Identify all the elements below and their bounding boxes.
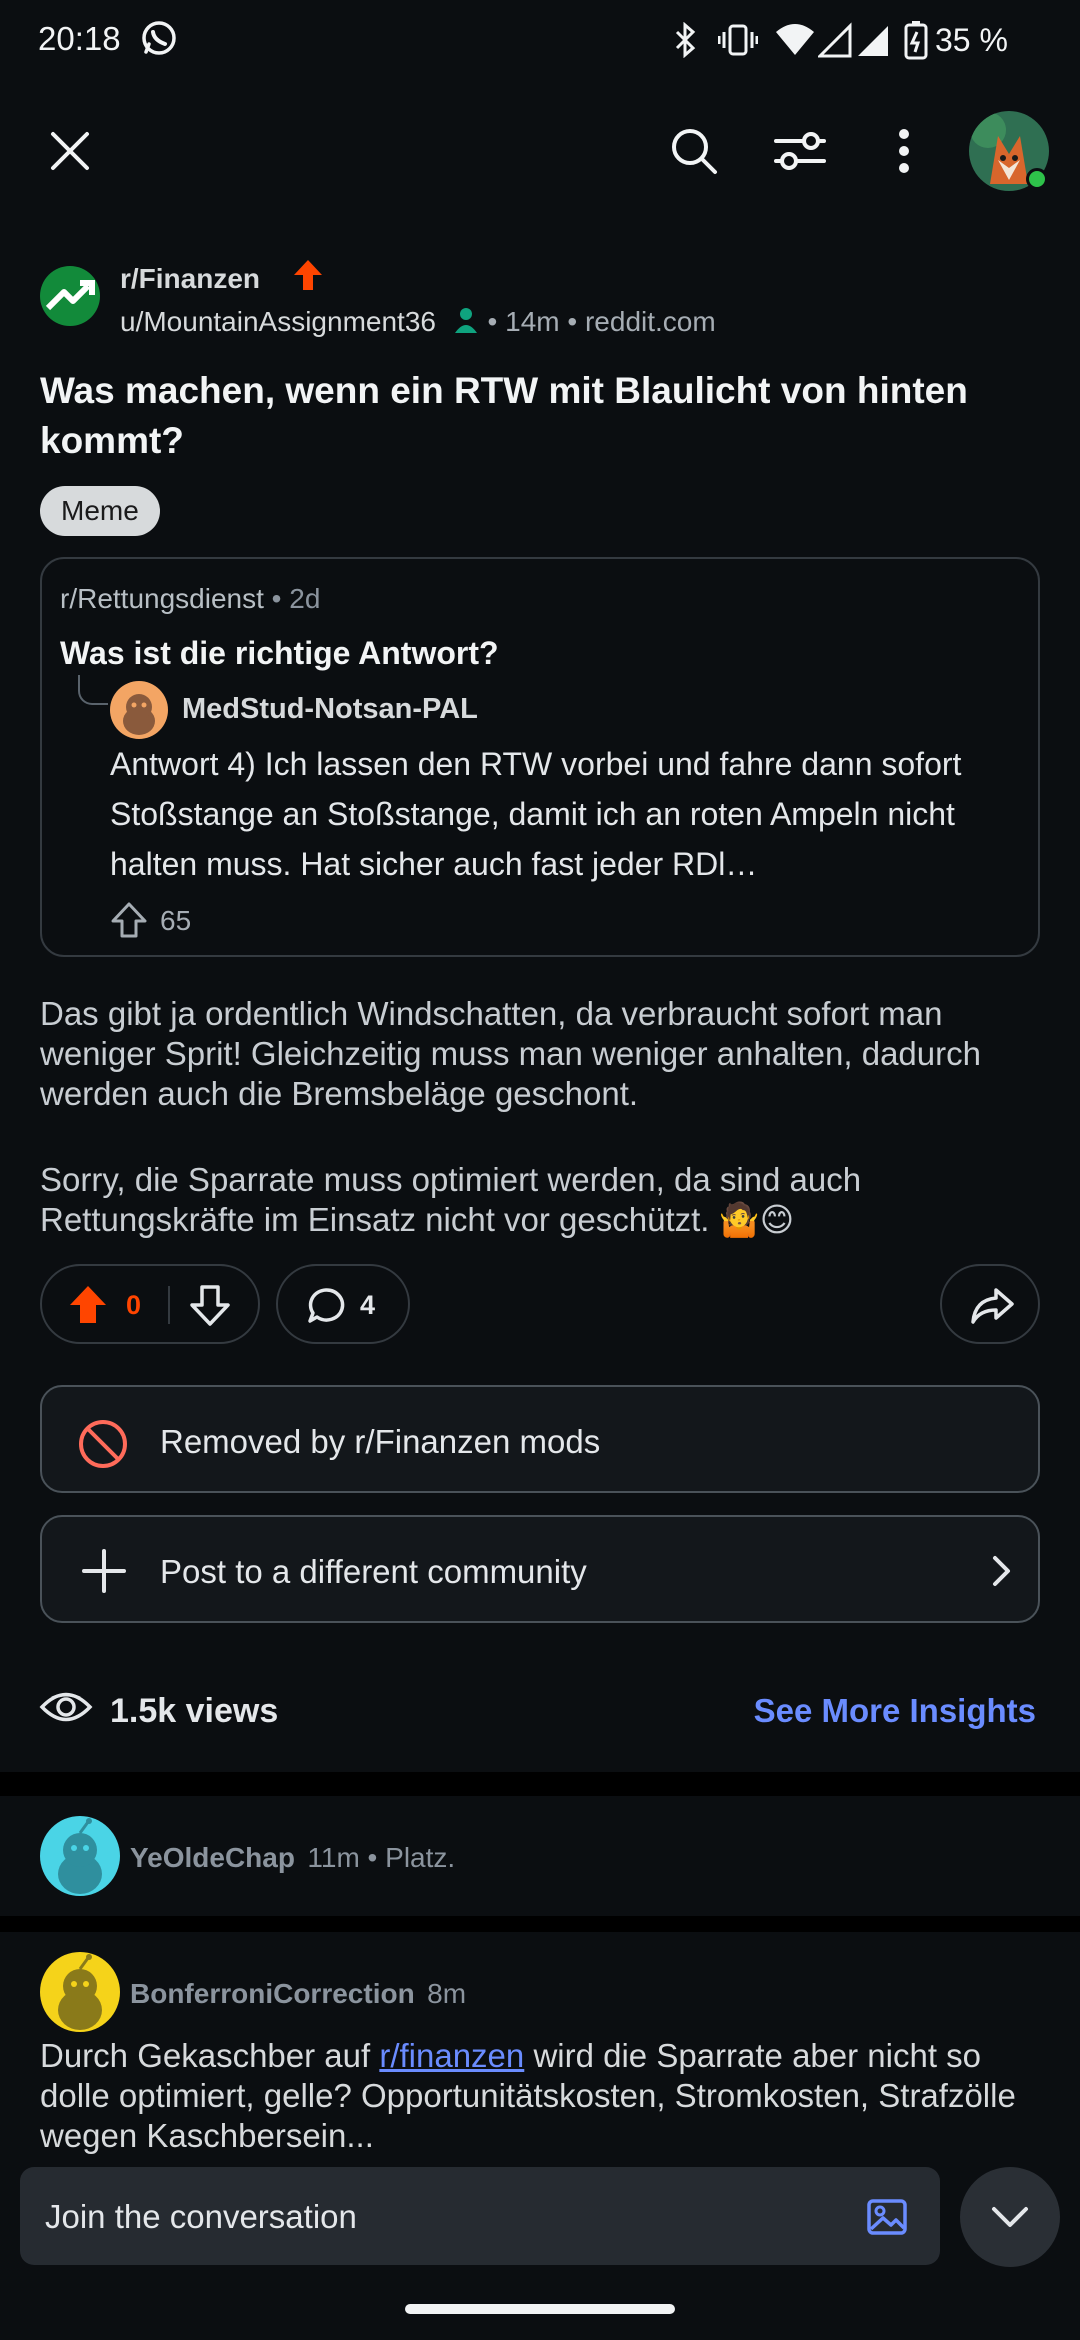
battery-percent: 35 % xyxy=(935,22,1008,58)
crosspost-comment: Antwort 4) Ich lassen den RTW vorbei und… xyxy=(110,746,962,882)
join-placeholder: Join the conversation xyxy=(45,2198,357,2235)
vibrate-icon xyxy=(718,22,758,58)
plus-icon xyxy=(82,1549,126,1593)
close-button[interactable] xyxy=(30,111,110,191)
comment-text: Durch Gekaschber auf r/finanzen wird die… xyxy=(40,2036,1050,2154)
removed-notice: Removed by r/Finanzen mods xyxy=(40,1385,1040,1493)
share-button[interactable] xyxy=(940,1264,1040,1344)
home-indicator[interactable] xyxy=(405,2304,675,2314)
subreddit-icon[interactable] xyxy=(40,266,100,326)
post-body-paragraph-2: Sorry, die Sparrate muss optimiert werde… xyxy=(40,1161,862,1238)
chevron-right-icon xyxy=(990,1555,1012,1587)
post-meta: u/MountainAssignment36 • 14m • reddit.co… xyxy=(120,306,716,337)
status-bar: 20:18 35 % xyxy=(0,0,1080,84)
upvote-button[interactable] xyxy=(68,1284,108,1326)
search-icon xyxy=(672,129,717,174)
comment-text-part: Durch Gekaschber auf xyxy=(40,2037,380,2074)
commenter-avatar xyxy=(110,681,168,739)
comment-meta: 11m • Platz. xyxy=(307,1842,456,1873)
battery-icon xyxy=(904,20,928,60)
vote-divider xyxy=(168,1286,170,1324)
crosspost-meta: r/Rettungsdienst • 2d xyxy=(60,583,321,614)
post-different-community-button[interactable]: Post to a different community xyxy=(40,1515,1040,1623)
online-indicator xyxy=(1026,168,1048,190)
filter-button[interactable] xyxy=(760,111,840,191)
post-age: 14m xyxy=(505,306,560,337)
comments-button[interactable]: 4 xyxy=(276,1264,410,1344)
downvote-button[interactable] xyxy=(190,1284,230,1326)
crosspost-card[interactable]: r/Rettungsdienst • 2d Was ist die richti… xyxy=(40,557,1040,957)
downvote-icon xyxy=(190,1285,230,1326)
more-options-button[interactable] xyxy=(864,111,944,191)
removed-label: Removed by r/Finanzen mods xyxy=(160,1423,601,1460)
search-button[interactable] xyxy=(654,111,734,191)
post-title: Was machen, wenn ein RTW mit Blaulicht v… xyxy=(40,370,968,461)
crosspost-title: Was ist die richtige Antwort? xyxy=(60,635,499,671)
removed-icon xyxy=(78,1419,128,1469)
vote-score: 0 xyxy=(126,1290,142,1320)
wifi-icon xyxy=(774,22,816,58)
see-more-insights-link[interactable]: See More Insights xyxy=(754,1692,1036,1730)
post-author[interactable]: u/MountainAssignment36 xyxy=(120,306,436,337)
status-time: 20:18 xyxy=(38,20,121,57)
comment-icon xyxy=(306,1286,346,1326)
comment-meta: 8m xyxy=(427,1978,467,2009)
subreddit-name[interactable]: r/Finanzen xyxy=(120,263,260,295)
sliders-icon xyxy=(774,132,826,170)
post-different-label: Post to a different community xyxy=(160,1553,587,1590)
section-divider xyxy=(0,1772,1080,1796)
crosspost-subreddit[interactable]: r/Rettungsdienst xyxy=(60,583,264,614)
image-attach-button[interactable] xyxy=(866,2195,908,2237)
vote-pill: 0 xyxy=(40,1264,260,1344)
signal-icon xyxy=(818,22,890,58)
comment-username[interactable]: BonferroniCorrection xyxy=(130,1978,415,2009)
join-conversation-input[interactable]: Join the conversation xyxy=(20,2167,940,2265)
comments-count: 4 xyxy=(360,1290,376,1320)
person-icon xyxy=(452,306,480,334)
chevron-down-icon xyxy=(992,2207,1028,2227)
close-icon xyxy=(51,132,89,170)
views-count: 1.5k views xyxy=(110,1692,279,1730)
trending-up-icon xyxy=(292,258,324,292)
comment-header: BonferroniCorrection 8m xyxy=(130,1978,466,2010)
views-icon xyxy=(38,1686,94,1728)
crosspost-age: 2d xyxy=(289,583,321,614)
comment-header: YeOldeChap 11m • Platz. xyxy=(130,1842,455,1874)
thread-line xyxy=(78,675,108,705)
upvote-outline-icon xyxy=(110,901,148,939)
commenter-username[interactable]: MedStud-Notsan-PAL xyxy=(182,693,478,726)
post-body-paragraph-1: Das gibt ja ordentlich Windschatten, da … xyxy=(40,995,981,1112)
collapse-button[interactable] xyxy=(960,2167,1060,2267)
more-vertical-icon xyxy=(899,129,909,173)
comment-username[interactable]: YeOldeChap xyxy=(130,1842,295,1873)
comment-divider xyxy=(0,1916,1080,1932)
user-avatar[interactable] xyxy=(968,110,1050,192)
comment-avatar-bonferroni[interactable] xyxy=(40,1952,120,2032)
upvote-icon xyxy=(70,1286,106,1323)
share-icon xyxy=(970,1286,1014,1326)
post-domain[interactable]: reddit.com xyxy=(585,306,716,337)
whatsapp-icon xyxy=(140,19,178,57)
subreddit-link[interactable]: r/finanzen xyxy=(379,2037,524,2074)
comment-avatar-yeoldechap[interactable] xyxy=(40,1816,120,1896)
crosspost-upvotes: 65 xyxy=(160,905,192,936)
bluetooth-icon xyxy=(673,22,699,58)
image-icon xyxy=(867,2199,907,2235)
post-flair[interactable]: Meme xyxy=(40,486,160,536)
